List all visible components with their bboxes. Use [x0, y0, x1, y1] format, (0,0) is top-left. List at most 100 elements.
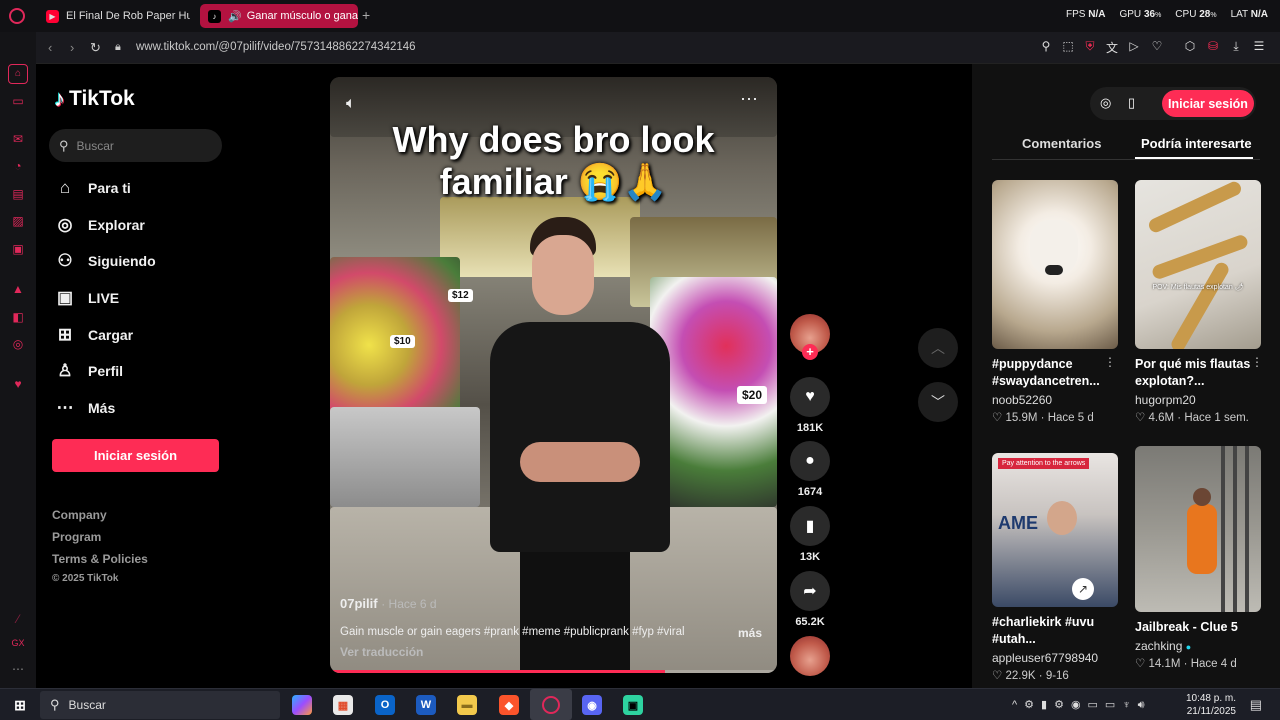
bookmark-icon[interactable]: ⚲ [1038, 39, 1054, 55]
gamepad-icon[interactable]: ▭ [9, 94, 27, 112]
favorite-heart-icon[interactable]: ♡ [1149, 39, 1165, 55]
aria-icon[interactable]: ▲ [9, 282, 27, 300]
menu-icon[interactable]: ☰ [1251, 39, 1267, 55]
video-progress-bar[interactable] [330, 670, 777, 673]
tab-podria-interesarte[interactable]: Podría interesarte [1141, 136, 1252, 151]
comment-icon[interactable]: ● [790, 441, 830, 481]
url-field[interactable]: www.tiktok.com/@07pilif/video/7573148862… [136, 41, 416, 53]
more-options-icon[interactable]: ⋯ [740, 89, 758, 110]
shield-icon[interactable]: ⛨ [1082, 39, 1098, 55]
video-player[interactable]: $12 $10 $20 Why does bro look familiar 😭… [330, 77, 777, 673]
notes-icon[interactable]: ▣ [9, 242, 27, 260]
home-icon[interactable]: ⌂ [8, 64, 28, 84]
opera-logo-icon[interactable] [9, 8, 25, 24]
download-icon[interactable]: ⤓ [1228, 39, 1244, 55]
video-thumbnail[interactable]: POV: Mis flautas explotan 🌶 [1135, 180, 1261, 349]
explore-icon[interactable]: ◎ [1100, 95, 1111, 111]
suggested-video-card[interactable]: POV: Mis flautas explotan 🌶 Por qué mis … [1135, 180, 1261, 424]
sound-disc[interactable] [790, 636, 830, 676]
search-input[interactable]: ⚲ Buscar [49, 129, 222, 162]
login-button-top[interactable]: Iniciar sesión [1162, 90, 1254, 117]
nav-siguiendo[interactable]: ⚇ Siguiendo [54, 251, 155, 271]
more-options-icon[interactable]: ⋯ [9, 662, 27, 680]
gx-icon[interactable]: GX [9, 638, 27, 656]
save-action[interactable]: ▮ 13K [790, 506, 830, 563]
video-author[interactable]: 07pilif [340, 596, 378, 611]
video-thumbnail[interactable] [1135, 446, 1261, 612]
share-action[interactable]: ➦ 65.2K [790, 571, 830, 628]
nav-para-ti[interactable]: ⌂ Para ti [54, 178, 131, 198]
whatsapp-icon[interactable]: ◎ [9, 337, 27, 355]
nav-cargar[interactable]: ⊞ Cargar [54, 325, 133, 345]
wallet-icon[interactable]: ⛁ [1205, 39, 1221, 55]
suggested-video-card[interactable]: Pay attention to the arrows AME ↗ #charl… [992, 453, 1118, 682]
chat-icon[interactable]: ▤ [9, 187, 27, 205]
creator-avatar[interactable]: + [790, 314, 830, 360]
card-author[interactable]: zachking [1135, 639, 1182, 653]
audio-playing-icon[interactable]: 🔊 [228, 10, 242, 23]
card-author[interactable]: hugorpm20 [1135, 393, 1261, 407]
login-button[interactable]: Iniciar sesión [52, 439, 219, 472]
reload-icon[interactable]: ↻ [90, 40, 101, 56]
notification-icon[interactable]: ▤ [1250, 697, 1262, 713]
description-more-link[interactable]: más [738, 626, 762, 640]
history-icon[interactable]: ◔ [9, 159, 27, 177]
volume-icon[interactable]: 🔈︎ [346, 95, 356, 113]
app-icon[interactable]: ▣ [623, 695, 643, 715]
tab-tiktok-active[interactable]: ♪ 🔊 Ganar músculo o gana [200, 4, 358, 28]
taskbar-search[interactable]: ⚲ Buscar [40, 691, 280, 719]
back-icon[interactable]: ‹ [48, 40, 52, 55]
video-thumbnail[interactable] [992, 180, 1118, 349]
bookmark-icon[interactable]: ▮ [790, 506, 830, 546]
heart-icon[interactable]: ♥ [790, 377, 830, 417]
chevron-down-icon[interactable]: ﹀ [918, 382, 958, 422]
copilot-icon[interactable] [292, 695, 312, 715]
like-action[interactable]: ♥ 181K [790, 377, 830, 434]
mail-icon[interactable]: ✉ [9, 132, 27, 150]
taskbar-clock[interactable]: 10:48 p. m. 21/11/2025 [1186, 692, 1236, 718]
windows-start-icon[interactable]: ⊞ [10, 695, 30, 715]
tiktok-logo[interactable]: ♪ TikTok [54, 86, 135, 112]
translate-link[interactable]: Ver traducción [340, 645, 423, 659]
microsoft-store-icon[interactable]: ▦ [333, 695, 353, 715]
media-icon[interactable]: ▨ [9, 214, 27, 232]
card-author[interactable]: appleuser67798940 [992, 651, 1118, 665]
suggested-video-card[interactable]: #puppydance #swaydancetren... noob52260 … [992, 180, 1118, 424]
new-tab-button[interactable]: + [362, 7, 370, 23]
card-title[interactable]: #puppydance #swaydancetren... [992, 356, 1118, 390]
nav-mas[interactable]: ⋯ Más [54, 398, 116, 418]
card-menu-icon[interactable]: ⋮ [1251, 355, 1263, 369]
nav-explorar[interactable]: ◎ Explorar [54, 215, 145, 235]
share-icon[interactable]: ➦ [790, 571, 830, 611]
forward-icon[interactable]: › [70, 40, 74, 55]
nav-live[interactable]: ▣ LIVE [54, 288, 119, 308]
system-tray-icons[interactable]: ^⚙▮⚙◉▭▭♆🔊︎ [1012, 698, 1152, 712]
twitch-icon[interactable]: ◧ [9, 310, 27, 328]
heart-icon[interactable]: ♥ [9, 377, 27, 395]
brave-icon[interactable]: ◆ [499, 695, 519, 715]
video-thumbnail[interactable]: Pay attention to the arrows AME ↗ [992, 453, 1118, 607]
comment-action[interactable]: ● 1674 [790, 441, 830, 498]
extensions-icon[interactable]: ⬡ [1182, 39, 1198, 55]
word-icon[interactable]: W [416, 695, 436, 715]
outlook-icon[interactable]: O [375, 695, 395, 715]
music-disc-avatar[interactable] [790, 636, 830, 676]
opera-gx-taskbar-icon[interactable] [530, 689, 572, 720]
suggested-video-card[interactable]: Jailbreak - Clue 5 zachking ● ♡ 14.1M · … [1135, 446, 1261, 670]
file-explorer-icon[interactable]: ▬ [457, 695, 477, 715]
card-title[interactable]: Por qué mis flautas explotan?... [1135, 356, 1261, 390]
nav-perfil[interactable]: ♙ Perfil [54, 361, 123, 381]
footer-terms-link[interactable]: Terms & Policies [52, 552, 148, 566]
snapshot-icon[interactable]: ⬚ [1060, 39, 1076, 55]
card-menu-icon[interactable]: ⋮ [1104, 355, 1116, 369]
footer-program-link[interactable]: Program [52, 530, 101, 544]
translate-icon[interactable]: 文 [1104, 39, 1120, 55]
device-icon[interactable]: ▯ [1128, 95, 1135, 111]
follow-plus-icon[interactable]: + [802, 344, 818, 360]
pin-icon[interactable]: ⁄ [9, 612, 27, 630]
tab-rob-paper[interactable]: ▶ El Final De Rob Paper Hun [38, 4, 190, 28]
discord-icon[interactable]: ◉ [582, 695, 602, 715]
chevron-up-icon[interactable]: ︿ [918, 328, 958, 368]
tab-comentarios[interactable]: Comentarios [1022, 136, 1101, 151]
card-author[interactable]: noob52260 [992, 393, 1118, 407]
